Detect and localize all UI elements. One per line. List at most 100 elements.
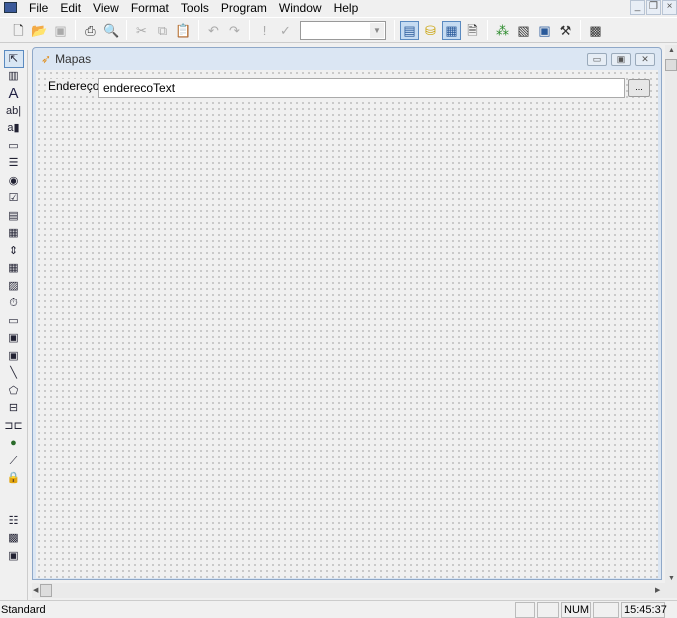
form-designer-icon[interactable]: ▤: [400, 20, 419, 40]
menu-program[interactable]: Program: [215, 1, 273, 15]
scroll-right-icon[interactable]: ▶: [655, 586, 660, 594]
menubar: File Edit View Format Tools Program Wind…: [0, 0, 677, 15]
form-close-button[interactable]: ✕: [635, 53, 655, 66]
menu-file[interactable]: File: [23, 1, 54, 15]
new-icon[interactable]: 🗋: [9, 21, 28, 40]
class-browser-icon[interactable]: ⁂: [493, 21, 512, 40]
status-num: NUM: [561, 601, 591, 618]
menu-window[interactable]: Window: [273, 1, 328, 15]
separator: [394, 20, 395, 40]
activex-bound-tool-icon[interactable]: ▣: [4, 348, 24, 366]
builder-lock-icon[interactable]: ⟋: [4, 453, 24, 471]
properties-window-icon[interactable]: ▦: [442, 20, 461, 40]
horizontal-scrollbar[interactable]: ◀ ▶: [32, 583, 665, 598]
select-pointer-icon[interactable]: ⇱: [3, 50, 24, 68]
container-tool-icon[interactable]: ⊟: [4, 400, 24, 418]
form-title: Mapas: [55, 52, 92, 66]
image-tool-icon[interactable]: ▨: [4, 278, 24, 296]
paste-icon[interactable]: 📋: [174, 21, 193, 40]
data-environment-icon[interactable]: ⛁: [421, 21, 440, 40]
modify-icon[interactable]: ✓: [276, 21, 295, 40]
ellipsis-button[interactable]: ...: [628, 79, 650, 97]
standard-toolbar: 🗋 📂 ▣ ⎙ 🔍 ✂ ⧉ 📋 ↶ ↷ ! ✓ ▼ ▤ ⛁ ▦ 🗎 ⁂ ▧ ▣ …: [0, 17, 677, 43]
horizontal-scroll-thumb[interactable]: [40, 584, 52, 597]
timer-tool-icon[interactable]: ⏱: [4, 295, 24, 313]
toolbar-combo[interactable]: ▼: [300, 20, 386, 40]
separator: [126, 20, 127, 40]
app-minimize-button[interactable]: _: [630, 0, 645, 15]
form-controls-toolbox: ⇱ ▥ A ab| a▮ ▭ ☰ ◉ ☑ ▤ ▦ ⇕ ▦ ▨ ⏱ ▭ ▣ ▣ ╲…: [0, 50, 28, 600]
separator: [580, 20, 581, 40]
chevron-down-icon[interactable]: ▼: [370, 22, 384, 38]
print-preview-icon[interactable]: 🔍: [102, 21, 121, 40]
status-pane-empty: [515, 601, 535, 618]
view-classes-icon[interactable]: ▥: [4, 68, 24, 86]
redo-icon[interactable]: ↷: [225, 21, 244, 40]
activex-control-tool-icon[interactable]: ▣: [4, 330, 24, 348]
listbox-tool-icon[interactable]: ▦: [4, 225, 24, 243]
scroll-down-icon[interactable]: ▼: [668, 575, 675, 582]
toolbox-icon[interactable]: ▩: [586, 21, 605, 40]
form-minimize-button[interactable]: ▭: [587, 53, 607, 66]
tab-order-icon[interactable]: ☷: [4, 513, 24, 531]
toolbox-spacer: [0, 488, 27, 513]
form-icon: ➶: [41, 52, 52, 66]
copy-icon[interactable]: ⧉: [153, 21, 172, 40]
separator-tool-icon[interactable]: ⊐⊏: [4, 418, 24, 436]
line-tool-icon[interactable]: ╲: [4, 365, 24, 383]
more-controls-icon[interactable]: ▣: [4, 548, 24, 566]
scroll-up-icon[interactable]: ▲: [668, 47, 675, 54]
object-browser-icon[interactable]: ▧: [514, 21, 533, 40]
endereco-textbox[interactable]: enderecoText: [98, 78, 625, 98]
separator: [487, 20, 488, 40]
textbox-tool-icon[interactable]: ab|: [4, 103, 24, 121]
form-title-bar[interactable]: ➶ Mapas: [33, 48, 661, 70]
shape-tool-icon[interactable]: ⬠: [4, 383, 24, 401]
command-group-tool-icon[interactable]: ☰: [4, 155, 24, 173]
status-bar: Standard NUM 15:45:37: [0, 600, 677, 618]
app-icon[interactable]: [4, 2, 17, 13]
menu-help[interactable]: Help: [328, 1, 365, 15]
pageframe-tool-icon[interactable]: ▭: [4, 313, 24, 331]
checkbox-tool-icon[interactable]: ☑: [4, 190, 24, 208]
hyperlink-tool-icon[interactable]: ●: [4, 435, 24, 453]
menu-format[interactable]: Format: [125, 1, 175, 15]
combobox-tool-icon[interactable]: ▤: [4, 208, 24, 226]
run-icon[interactable]: !: [255, 21, 274, 40]
separator: [198, 20, 199, 40]
vertical-scroll-thumb[interactable]: [665, 59, 677, 71]
separator: [249, 20, 250, 40]
open-icon[interactable]: 📂: [30, 21, 49, 40]
status-time: 15:45:37: [621, 601, 667, 618]
task-list-icon[interactable]: ▣: [535, 21, 554, 40]
undo-icon[interactable]: ↶: [204, 21, 223, 40]
print-icon[interactable]: ⎙: [81, 21, 100, 40]
button-lock-icon[interactable]: 🔒: [4, 470, 24, 488]
cut-icon[interactable]: ✂: [132, 21, 151, 40]
menu-tools[interactable]: Tools: [175, 1, 215, 15]
data-session-icon[interactable]: ▩: [4, 530, 24, 548]
status-caps: [537, 601, 559, 618]
separator: [75, 20, 76, 40]
endereco-label[interactable]: Endereço: [48, 79, 100, 93]
status-text: Standard: [1, 603, 46, 616]
form-canvas[interactable]: Endereço enderecoText ...: [36, 70, 658, 578]
spinner-tool-icon[interactable]: ⇕: [4, 243, 24, 261]
scroll-left-icon[interactable]: ◀: [33, 586, 38, 594]
tools-icon[interactable]: ⚒: [556, 21, 575, 40]
form-designer-window: ➶ Mapas ▭ ▣ ✕ Endereço enderecoText ...: [32, 47, 662, 580]
command-button-tool-icon[interactable]: ▭: [4, 138, 24, 156]
editbox-tool-icon[interactable]: a▮: [4, 120, 24, 138]
menu-view[interactable]: View: [87, 1, 125, 15]
save-icon[interactable]: ▣: [51, 21, 70, 40]
vertical-scrollbar[interactable]: ▲ ▼: [665, 45, 677, 598]
form-maximize-button[interactable]: ▣: [611, 53, 631, 66]
status-pane-blank: [593, 601, 619, 618]
code-window-icon[interactable]: 🗎: [463, 21, 482, 40]
menu-edit[interactable]: Edit: [54, 1, 87, 15]
app-close-button[interactable]: ×: [662, 0, 677, 15]
grid-tool-icon[interactable]: ▦: [4, 260, 24, 278]
label-tool-icon[interactable]: A: [4, 85, 24, 103]
app-restore-button[interactable]: ❐: [646, 0, 661, 15]
option-group-tool-icon[interactable]: ◉: [4, 173, 24, 191]
